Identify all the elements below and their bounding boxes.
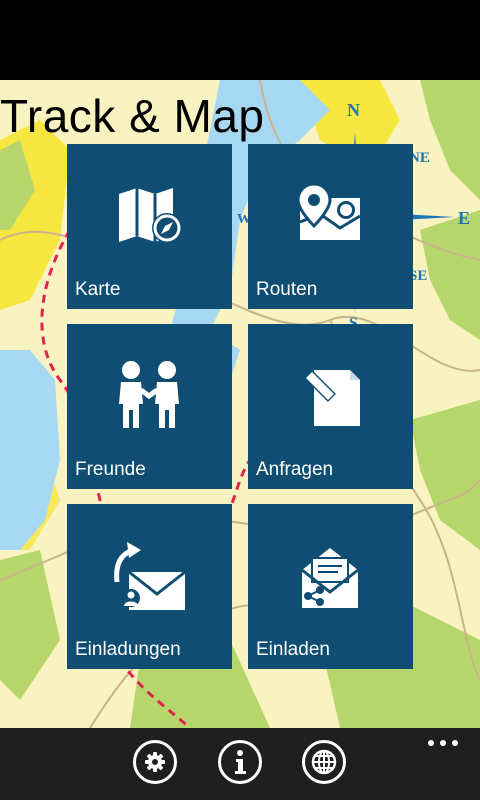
- compass-north-label: N: [347, 100, 360, 120]
- status-bar: [0, 0, 480, 80]
- ellipsis-icon[interactable]: [426, 738, 460, 748]
- tile-einladungen[interactable]: Einladungen: [67, 504, 232, 669]
- tile-karte[interactable]: Karte: [67, 144, 232, 309]
- tile-label: Karte: [75, 279, 121, 300]
- invite-share-envelope-icon: [301, 548, 359, 608]
- map-icon: [119, 188, 182, 243]
- compass-east-label: E: [458, 208, 470, 228]
- tile-einladen[interactable]: Einladen: [248, 504, 413, 669]
- tile-freunde[interactable]: Freunde: [67, 324, 232, 489]
- gear-icon: [145, 752, 165, 772]
- settings-button[interactable]: [133, 740, 177, 784]
- route-pin-icon: [296, 182, 361, 240]
- app-screen: N NE E SE S W Track & Map Karte: [0, 0, 480, 800]
- friends-icon: [119, 361, 179, 428]
- invitations-envelope-icon: [114, 542, 186, 610]
- tile-routen[interactable]: Routen: [248, 144, 413, 309]
- tile-label: Einladen: [256, 639, 330, 660]
- globe-icon: [311, 749, 337, 775]
- app-title: Track & Map: [0, 90, 265, 142]
- application-bar: [0, 728, 480, 800]
- request-edit-icon: [304, 370, 360, 426]
- tile-label: Anfragen: [256, 459, 334, 480]
- info-button[interactable]: [218, 740, 262, 784]
- web-button[interactable]: [302, 740, 346, 784]
- tile-label: Einladungen: [75, 639, 181, 660]
- tile-label: Routen: [256, 279, 318, 300]
- tile-label: Freunde: [75, 459, 146, 480]
- info-icon: [235, 750, 246, 774]
- tile-anfragen[interactable]: Anfragen: [248, 324, 413, 489]
